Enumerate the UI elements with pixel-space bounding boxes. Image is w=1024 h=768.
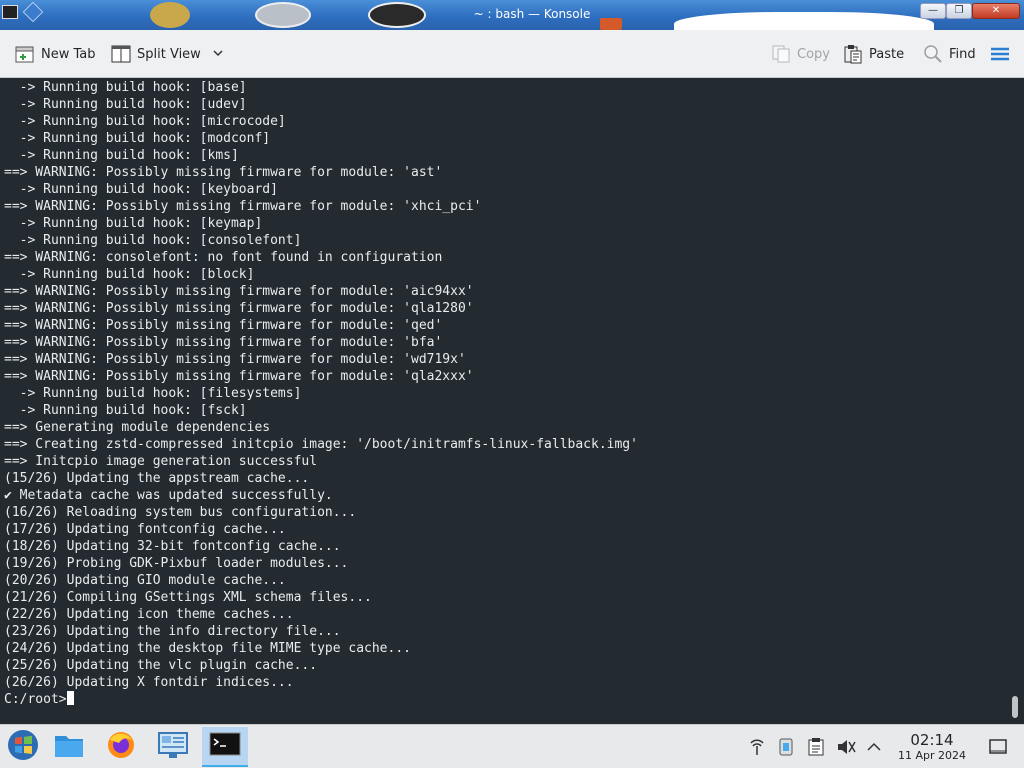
- firefox-button[interactable]: [98, 727, 144, 767]
- konsole-icon: [209, 732, 241, 760]
- network-icon[interactable]: [747, 737, 767, 757]
- find-label: Find: [949, 46, 976, 62]
- terminal-line: (22/26) Updating icon theme caches...: [4, 607, 294, 622]
- volume-muted-icon[interactable]: [836, 737, 856, 757]
- terminal-line: (19/26) Probing GDK-Pixbuf loader module…: [4, 556, 349, 571]
- split-view-label: Split View: [137, 46, 201, 62]
- new-tab-button[interactable]: New Tab: [15, 42, 96, 66]
- terminal-line: (26/26) Updating X fontdir indices...: [4, 675, 294, 690]
- chevron-down-icon[interactable]: [213, 47, 223, 62]
- terminal-line: ==> WARNING: Possibly missing firmware f…: [4, 352, 466, 367]
- terminal-line: -> Running build hook: [filesystems]: [19, 386, 302, 401]
- terminal-line: -> Running build hook: [microcode]: [19, 114, 286, 129]
- terminal-line: ==> WARNING: Possibly missing firmware f…: [4, 165, 443, 180]
- minimize-button[interactable]: —: [920, 3, 946, 19]
- file-manager-button[interactable]: [46, 727, 92, 767]
- terminal-line: (21/26) Compiling GSettings XML schema f…: [4, 590, 372, 605]
- terminal-lines: -> Running build hook: [base] -> Running…: [4, 80, 638, 690]
- show-desktop-icon[interactable]: [988, 737, 1008, 757]
- terminal-line: -> Running build hook: [modconf]: [19, 131, 271, 146]
- maximize-button[interactable]: ❐: [946, 3, 972, 19]
- hamburger-menu-button[interactable]: [990, 42, 1010, 66]
- terminal-line: (17/26) Updating fontconfig cache...: [4, 522, 286, 537]
- terminal-line: (18/26) Updating 32-bit fontconfig cache…: [4, 539, 341, 554]
- start-menu-button[interactable]: [0, 727, 46, 767]
- terminal-line: ==> WARNING: Possibly missing firmware f…: [4, 335, 443, 350]
- terminal-line: ==> WARNING: Possibly missing firmware f…: [4, 284, 474, 299]
- terminal-line: -> Running build hook: [block]: [19, 267, 255, 282]
- terminal-line: -> Running build hook: [udev]: [19, 97, 247, 112]
- copy-button[interactable]: Copy: [771, 42, 830, 66]
- window-titlebar[interactable]: ~ : bash — Konsole — ❐ ✕: [0, 0, 1024, 30]
- konsole-task-button[interactable]: [202, 727, 248, 767]
- terminal-line: -> Running build hook: [base]: [19, 80, 247, 95]
- clock[interactable]: 02:14 11 Apr 2024: [890, 732, 974, 763]
- close-button[interactable]: ✕: [972, 3, 1020, 19]
- terminal-line: -> Running build hook: [consolefont]: [19, 233, 302, 248]
- terminal-line: (20/26) Updating GIO module cache...: [4, 573, 286, 588]
- paste-label: Paste: [869, 46, 905, 62]
- chevron-up-icon[interactable]: [864, 737, 884, 757]
- terminal-line: ==> WARNING: Possibly missing firmware f…: [4, 301, 474, 316]
- terminal-line: (25/26) Updating the vlc plugin cache...: [4, 658, 318, 673]
- terminal-line: ✔ Metadata cache was updated successfull…: [4, 488, 333, 503]
- terminal-line: ==> WARNING: Possibly missing firmware f…: [4, 199, 482, 214]
- terminal-line: ==> WARNING: Possibly missing firmware f…: [4, 369, 474, 384]
- clock-time: 02:14: [910, 731, 954, 749]
- terminal-line: -> Running build hook: [keyboard]: [19, 182, 278, 197]
- find-button[interactable]: Find: [923, 42, 976, 66]
- search-icon: [923, 44, 943, 64]
- terminal-line: (15/26) Updating the appstream cache...: [4, 471, 310, 486]
- terminal-line: -> Running build hook: [keymap]: [19, 216, 263, 231]
- terminal-line: (24/26) Updating the desktop file MIME t…: [4, 641, 411, 656]
- copy-label: Copy: [797, 46, 830, 62]
- terminal-line: ==> Creating zstd-compressed initcpio im…: [4, 437, 638, 452]
- hamburger-menu-icon: [990, 44, 1010, 64]
- terminal-line: (16/26) Reloading system bus configurati…: [4, 505, 357, 520]
- terminal-output: -> Running build hook: [base] -> Running…: [4, 79, 638, 708]
- terminal-cursor: [66, 691, 74, 705]
- paste-icon: [843, 44, 863, 64]
- terminal-line: -> Running build hook: [fsck]: [19, 403, 247, 418]
- new-tab-label: New Tab: [41, 46, 96, 62]
- paste-button[interactable]: Paste: [843, 42, 904, 66]
- terminal-line: ==> Initcpio image generation successful: [4, 454, 318, 469]
- system-settings-icon: [157, 730, 189, 764]
- terminal-line: ==> Generating module dependencies: [4, 420, 271, 435]
- split-view-icon: [111, 44, 131, 64]
- scrollbar[interactable]: [1012, 696, 1018, 718]
- copy-icon: [771, 44, 791, 64]
- window-title: ~ : bash — Konsole: [473, 7, 591, 21]
- terminal-line: ==> WARNING: consolefont: no font found …: [4, 250, 443, 265]
- clipboard-icon[interactable]: [806, 737, 826, 757]
- clock-date: 11 Apr 2024: [897, 749, 966, 762]
- system-settings-button[interactable]: [150, 727, 196, 767]
- konsole-toolbar: New Tab Split View Copy Paste Find: [0, 30, 1024, 78]
- terminal-line: (23/26) Updating the info directory file…: [4, 624, 341, 639]
- terminal-line: ==> WARNING: Possibly missing firmware f…: [4, 318, 443, 333]
- start-menu-icon: [6, 728, 40, 766]
- terminal-prompt: C:/root>: [4, 692, 67, 707]
- taskbar: 02:14 11 Apr 2024: [0, 724, 1024, 768]
- terminal-line: -> Running build hook: [kms]: [19, 148, 239, 163]
- split-view-button[interactable]: Split View: [111, 42, 223, 66]
- new-tab-icon: [15, 44, 35, 64]
- storage-icon[interactable]: [776, 737, 796, 757]
- firefox-icon: [106, 730, 136, 764]
- file-manager-icon: [54, 732, 84, 762]
- terminal-view[interactable]: -> Running build hook: [base] -> Running…: [0, 78, 1024, 724]
